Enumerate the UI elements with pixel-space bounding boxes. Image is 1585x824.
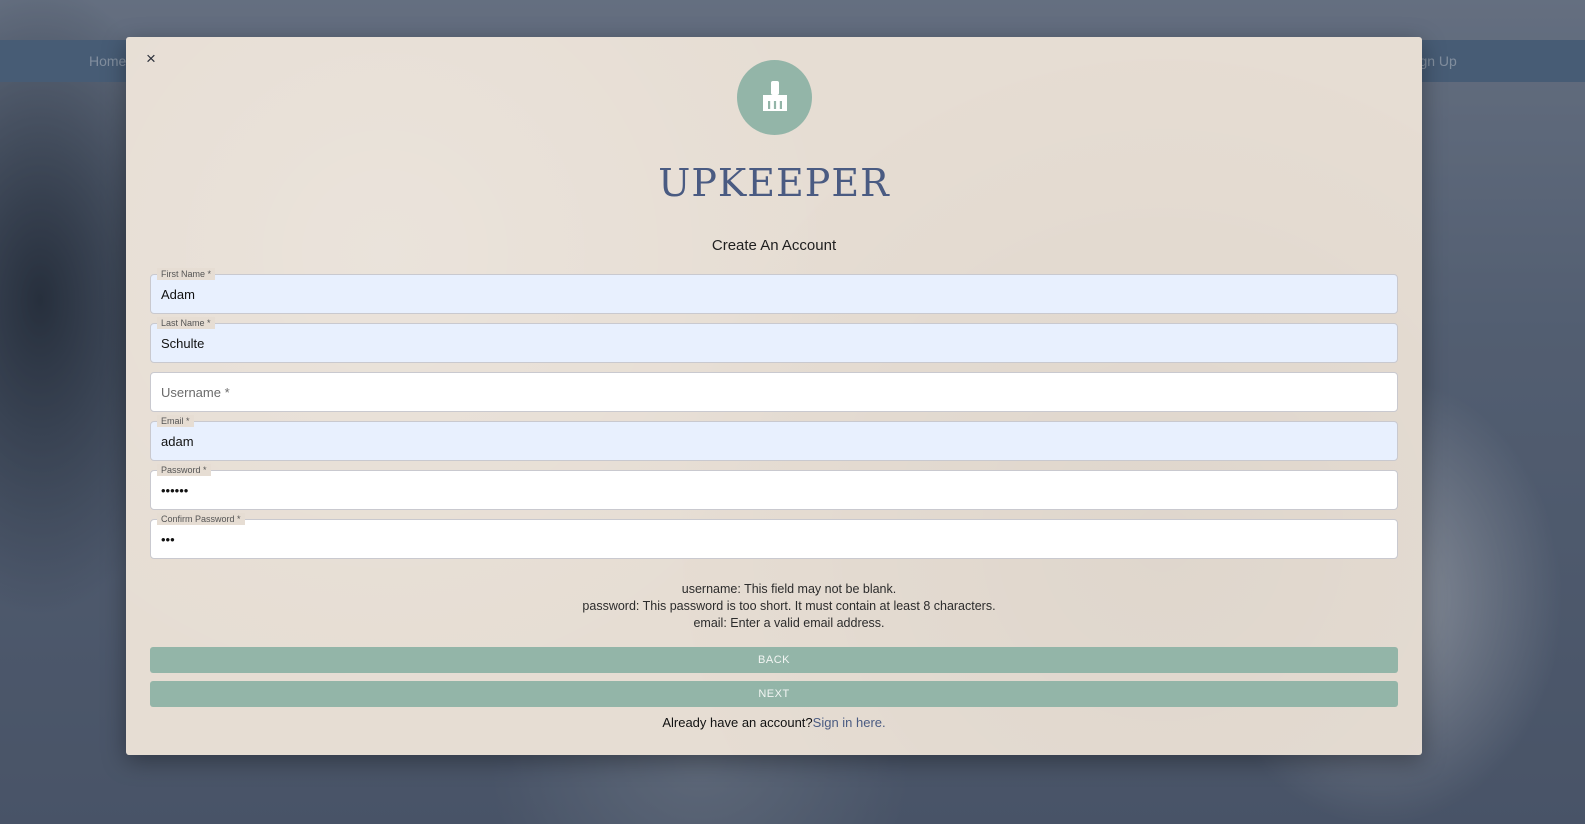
error-email: email: Enter a valid email address. [693,616,885,630]
signin-prompt-text: Already have an account? [662,715,813,730]
username-placeholder: Username * [161,385,230,400]
password-value: •••••• [161,483,189,498]
password-field[interactable]: Password * •••••• [150,464,1398,510]
next-button[interactable]: NEXT [150,681,1398,707]
signin-link[interactable]: Sign in here. [813,715,886,730]
confirm-password-field[interactable]: Confirm Password * ••• [150,513,1398,559]
last-name-label: Last Name * [157,317,215,329]
username-field[interactable]: Username * [150,372,1398,412]
email-label: Email * [157,415,194,427]
first-name-field[interactable]: First Name * Adam [150,268,1398,314]
first-name-label: First Name * [157,268,216,280]
signin-prompt-line: Already have an account?Sign in here. [126,715,1422,730]
error-username: username: This field may not be blank. [681,582,897,596]
brand-title: UPKEEPER [658,161,890,205]
last-name-field[interactable]: Last Name * Schulte [150,317,1398,363]
back-button[interactable]: BACK [150,647,1398,673]
password-label: Password * [157,464,211,476]
confirm-password-label: Confirm Password * [157,513,245,525]
confirm-password-value: ••• [161,532,175,547]
logo [737,60,812,135]
last-name-value: Schulte [161,336,205,351]
broom-icon [763,81,787,111]
email-field[interactable]: Email * adam [150,415,1398,461]
first-name-value: Adam [161,287,195,302]
form-title: Create An Account [711,237,837,254]
close-icon[interactable]: × [146,49,156,69]
email-value: adam [161,434,194,449]
error-messages: username: This field may not be blank. p… [150,581,1428,632]
signup-modal: × UPKEEPER Create An Account First Name … [126,37,1422,755]
error-password: password: This password is too short. It… [582,599,996,613]
